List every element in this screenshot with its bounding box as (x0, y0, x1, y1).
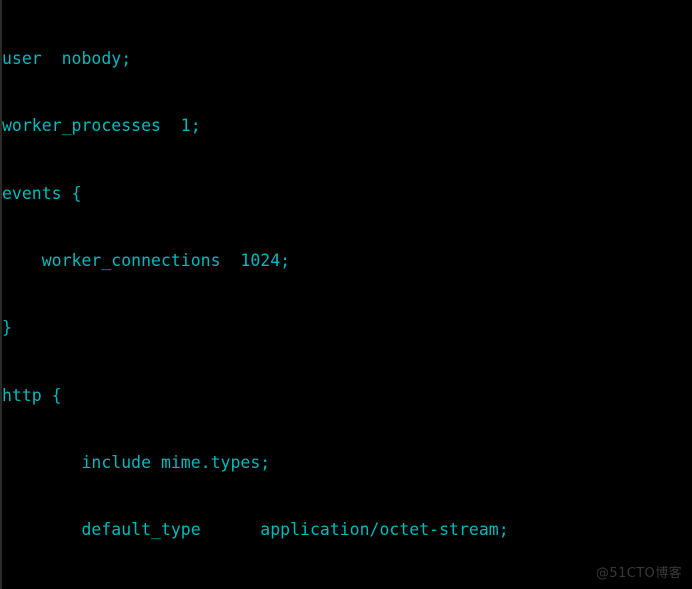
code-line: } (2, 318, 12, 338)
code-line: worker_connections 1024; (2, 250, 291, 270)
code-line: user nobody; (2, 48, 132, 68)
watermark-label: @51CTO博客 (596, 566, 682, 581)
terminal-left-gutter (0, 0, 2, 589)
code-line: worker_processes 1; (2, 116, 201, 136)
code-line: http { (2, 385, 62, 405)
config-file-text[interactable]: user nobody; worker_processes 1; events … (2, 0, 692, 589)
code-line: default_type application/octet-stream; (2, 520, 509, 540)
terminal-window: user nobody; worker_processes 1; events … (0, 0, 692, 589)
code-line: include mime.types; (2, 452, 271, 472)
code-line: events { (2, 183, 82, 203)
